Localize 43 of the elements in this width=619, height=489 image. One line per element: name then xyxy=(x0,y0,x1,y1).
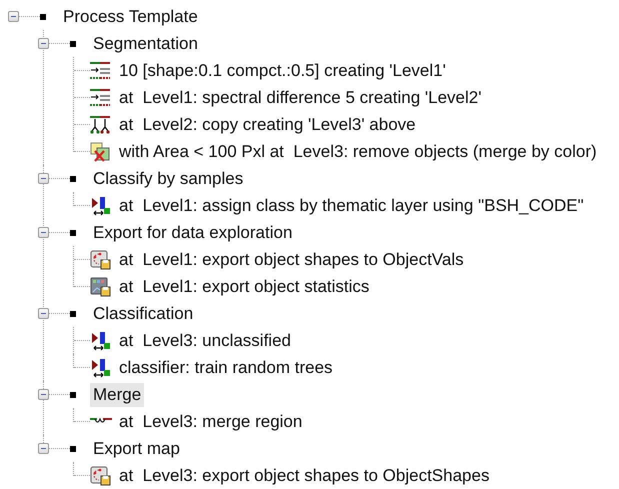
tree-item[interactable]: Merge xyxy=(90,382,144,406)
collapse-button[interactable] xyxy=(38,227,49,238)
tree-item[interactable]: at Level2: copy creating 'Level3' above xyxy=(116,112,419,136)
tree-item[interactable]: at Level3: merge region xyxy=(116,410,306,434)
tree-item[interactable]: with Area < 100 Pxl at Level3: remove objects (merge by color) xyxy=(116,140,600,164)
tree-item[interactable]: at Level1: spectral difference 5 creating 'Level2' xyxy=(116,86,484,110)
tree-item[interactable]: at Level1: assign class by thematic layer using "BSH_CODE" xyxy=(116,194,587,218)
remove-objects-icon xyxy=(90,142,112,162)
collapse-button[interactable] xyxy=(38,443,49,454)
bullet-icon xyxy=(70,310,76,316)
collapse-button[interactable] xyxy=(38,308,49,319)
tree-item[interactable]: Export for data exploration xyxy=(90,220,296,244)
tree-item[interactable]: at Level1: export object statistics xyxy=(116,274,372,298)
classify-icon xyxy=(90,196,112,216)
bullet-icon xyxy=(70,40,76,46)
tree-item[interactable]: classifier: train random trees xyxy=(116,356,336,380)
bullet-icon xyxy=(70,392,76,398)
bullet-icon xyxy=(70,176,76,182)
export-shapes-icon xyxy=(90,250,112,270)
segmentation-icon xyxy=(90,60,112,80)
classify-icon xyxy=(90,358,112,378)
collapse-button[interactable] xyxy=(8,11,19,22)
tree-item[interactable]: Export map xyxy=(90,436,183,460)
classify-icon xyxy=(90,330,112,350)
tree-item[interactable]: Segmentation xyxy=(90,32,201,56)
segmentation-icon xyxy=(90,88,112,108)
bullet-icon xyxy=(40,14,46,20)
tree-item[interactable]: Classify by samples xyxy=(90,166,246,190)
bullet-icon xyxy=(70,446,76,452)
bullet-icon xyxy=(70,230,76,236)
hierarchy-icon xyxy=(90,114,112,134)
collapse-button[interactable] xyxy=(38,389,49,400)
collapse-button[interactable] xyxy=(38,38,49,49)
tree-item[interactable]: at Level1: export object shapes to ObjectVals xyxy=(116,248,467,272)
tree-item[interactable]: at Level3: unclassified xyxy=(116,328,294,352)
tree-item[interactable]: Process Template xyxy=(60,4,201,28)
export-shapes-icon xyxy=(90,466,112,486)
tree-item[interactable]: Classification xyxy=(90,302,196,326)
tree-item[interactable]: at Level3: export object shapes to ObjectShapes xyxy=(116,464,492,488)
collapse-button[interactable] xyxy=(38,173,49,184)
export-statistics-icon xyxy=(90,276,112,296)
merge-region-icon xyxy=(90,418,112,425)
tree-item[interactable]: 10 [shape:0.1 compct.:0.5] creating 'Level1' xyxy=(116,58,449,82)
